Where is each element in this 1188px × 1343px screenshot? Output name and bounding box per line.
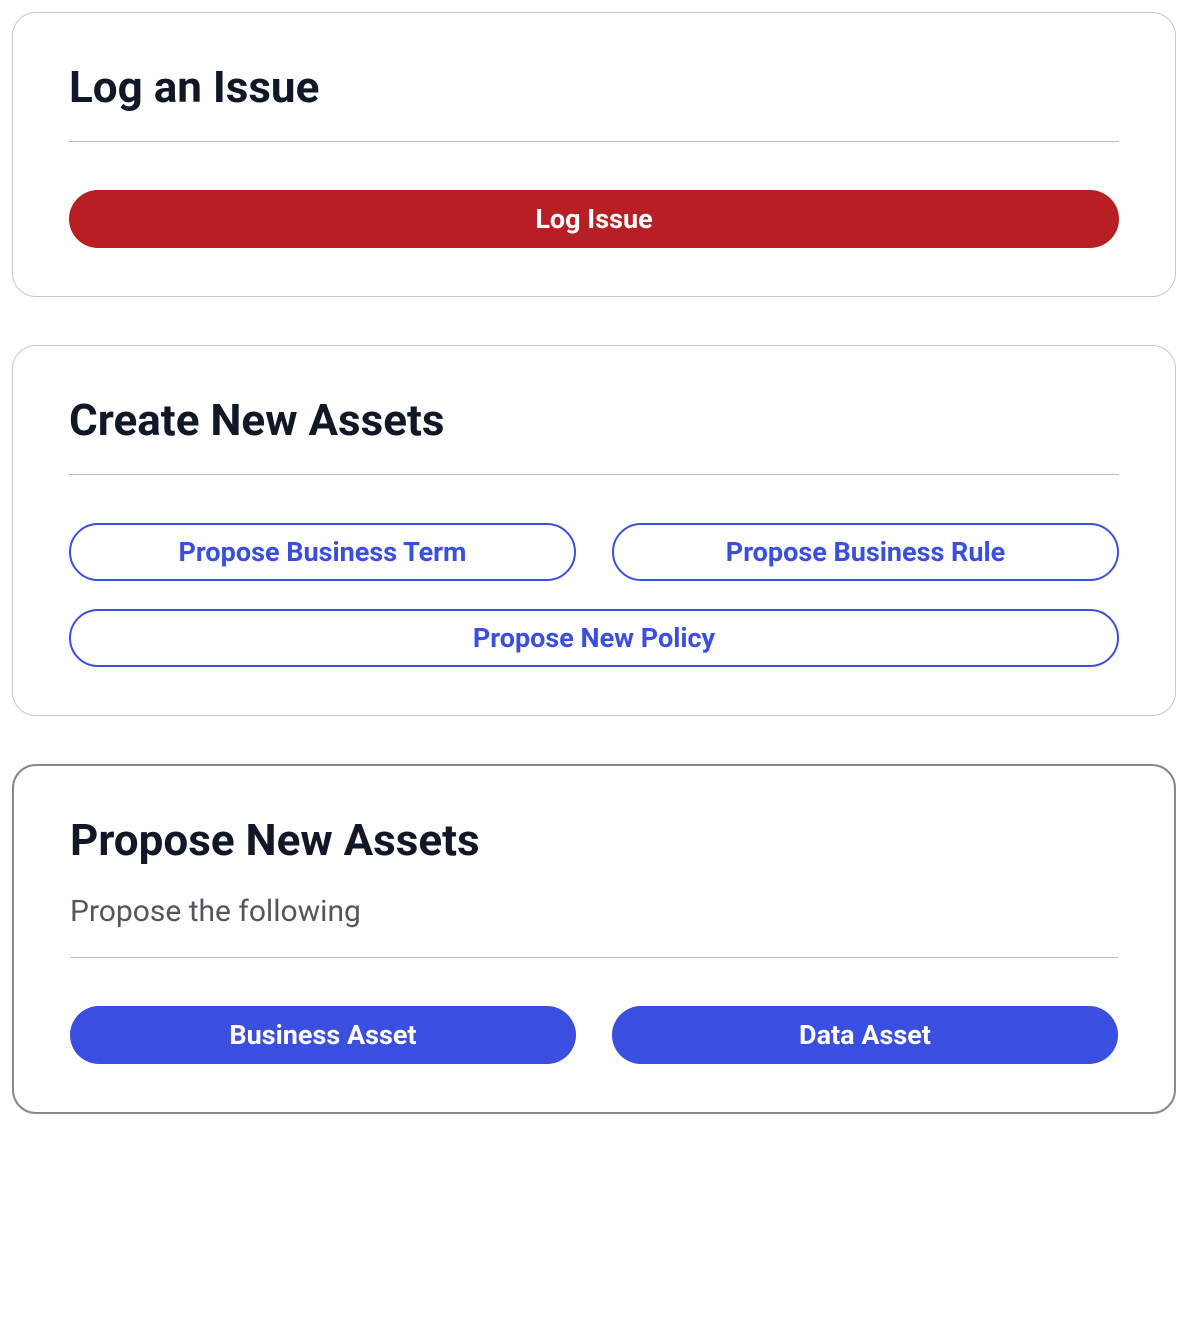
business-asset-button[interactable]: Business Asset bbox=[70, 1006, 576, 1064]
create-new-assets-title: Create New Assets bbox=[69, 394, 1119, 446]
log-issue-button[interactable]: Log Issue bbox=[69, 190, 1119, 248]
divider bbox=[69, 474, 1119, 475]
propose-new-assets-subtitle: Propose the following bbox=[70, 894, 1118, 929]
log-issue-title: Log an Issue bbox=[69, 61, 1119, 113]
log-issue-card: Log an Issue Log Issue bbox=[12, 12, 1176, 297]
asset-buttons-row: Business Asset Data Asset bbox=[70, 1006, 1118, 1064]
propose-new-policy-button[interactable]: Propose New Policy bbox=[69, 609, 1119, 667]
create-new-assets-card: Create New Assets Propose Business Term … bbox=[12, 345, 1176, 716]
propose-new-assets-title: Propose New Assets bbox=[70, 814, 1118, 866]
propose-buttons-row-2: Propose New Policy bbox=[69, 609, 1119, 667]
divider bbox=[70, 957, 1118, 958]
propose-business-term-button[interactable]: Propose Business Term bbox=[69, 523, 576, 581]
data-asset-button[interactable]: Data Asset bbox=[612, 1006, 1118, 1064]
propose-buttons-row-1: Propose Business Term Propose Business R… bbox=[69, 523, 1119, 581]
propose-business-rule-button[interactable]: Propose Business Rule bbox=[612, 523, 1119, 581]
propose-new-assets-card: Propose New Assets Propose the following… bbox=[12, 764, 1176, 1114]
divider bbox=[69, 141, 1119, 142]
